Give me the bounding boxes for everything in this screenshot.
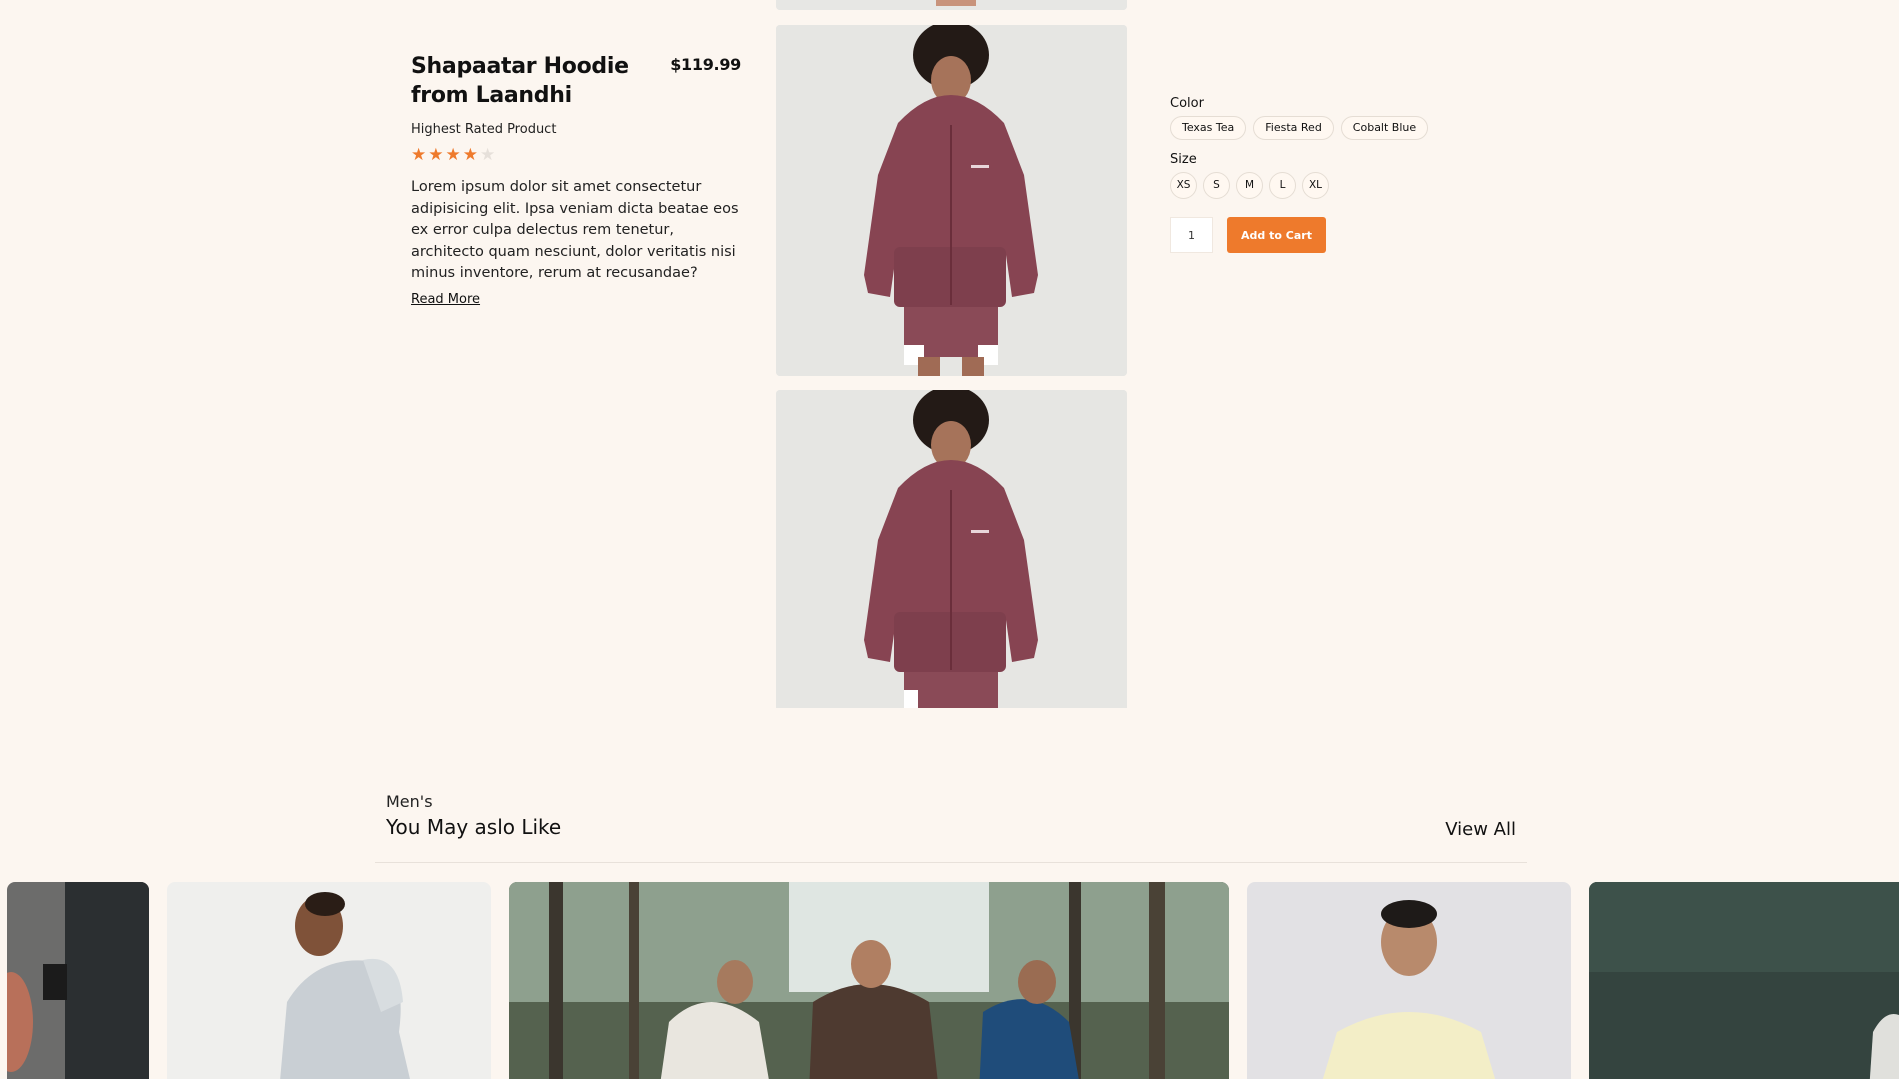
star-icon: ★	[445, 145, 461, 165]
related-product-card[interactable]	[167, 882, 491, 1079]
product-page: Shapaatar Hoodie from Laandhi $119.99 Hi…	[0, 0, 1899, 1079]
star-icon: ★	[462, 145, 478, 165]
quantity-input[interactable]	[1170, 217, 1213, 253]
product-title: Shapaatar Hoodie from Laandhi	[411, 54, 629, 108]
size-option-xl[interactable]: XL	[1302, 172, 1329, 199]
gallery-image-secondary[interactable]	[776, 390, 1127, 708]
size-option-m[interactable]: M	[1236, 172, 1263, 199]
product-price: $119.99	[670, 55, 741, 74]
read-more-link[interactable]: Read More	[411, 292, 480, 307]
related-title: You May aslo Like	[386, 815, 562, 839]
title-row: Shapaatar Hoodie from Laandhi $119.99	[411, 52, 741, 110]
rating-stars: ★ ★ ★ ★ ★	[411, 146, 741, 164]
product-subtitle: Highest Rated Product	[411, 122, 557, 137]
size-option-xs[interactable]: XS	[1170, 172, 1197, 199]
related-kicker: Men's	[386, 792, 433, 811]
product-options: Color Texas Tea Fiesta Red Cobalt Blue S…	[1170, 96, 1490, 253]
size-options: XS S M L XL	[1170, 172, 1490, 199]
view-all-link[interactable]: View All	[1445, 819, 1516, 840]
related-product-card[interactable]	[1247, 882, 1571, 1079]
related-product-card[interactable]	[1589, 882, 1899, 1079]
section-divider	[375, 862, 1527, 863]
color-option-cobalt-blue[interactable]: Cobalt Blue	[1340, 116, 1429, 140]
color-label: Color	[1170, 96, 1204, 111]
color-option-fiesta-red[interactable]: Fiesta Red	[1253, 116, 1334, 140]
product-description: Lorem ipsum dolor sit amet consectetur a…	[411, 179, 739, 281]
star-icon: ★	[428, 145, 444, 165]
color-options: Texas Tea Fiesta Red Cobalt Blue	[1170, 116, 1490, 140]
gallery-image-previous[interactable]	[776, 0, 1127, 10]
add-to-cart-button[interactable]: Add to Cart	[1227, 217, 1326, 253]
gallery-image-main[interactable]	[776, 25, 1127, 376]
size-option-s[interactable]: S	[1203, 172, 1230, 199]
color-option-texas-tea[interactable]: Texas Tea	[1170, 116, 1247, 140]
cart-row: Add to Cart	[1170, 217, 1490, 253]
size-option-l[interactable]: L	[1269, 172, 1296, 199]
related-product-card[interactable]	[509, 882, 1229, 1079]
related-header: Men's You May aslo Like View All	[386, 792, 1516, 840]
size-label: Size	[1170, 152, 1197, 167]
product-info: Shapaatar Hoodie from Laandhi $119.99 Hi…	[411, 52, 741, 307]
related-product-card[interactable]	[7, 882, 149, 1079]
star-empty-icon: ★	[480, 145, 496, 165]
star-icon: ★	[411, 145, 427, 165]
